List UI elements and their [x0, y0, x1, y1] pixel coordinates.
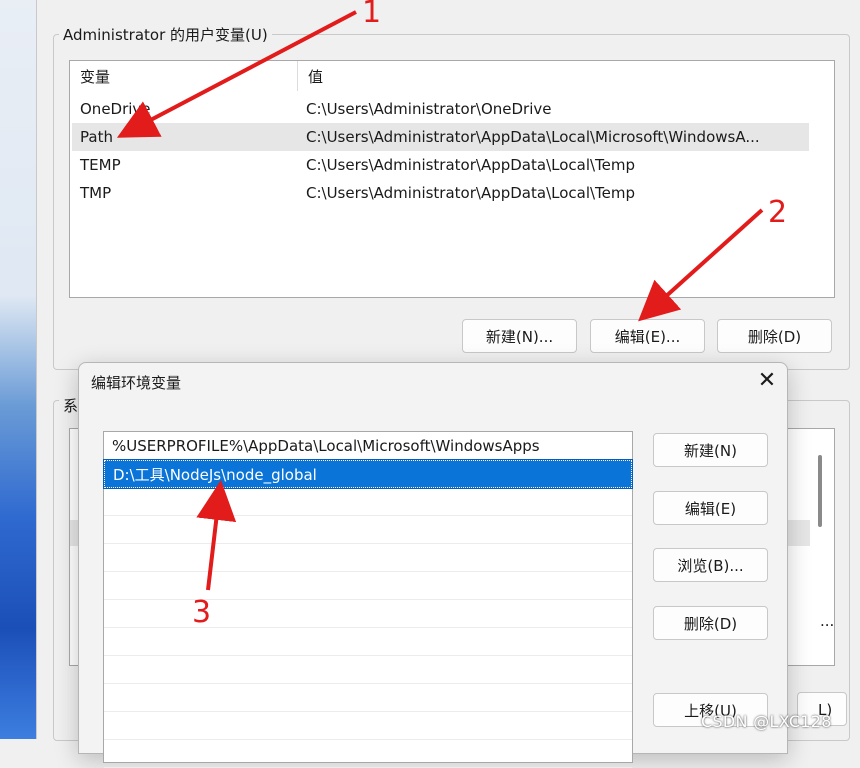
user-delete-button[interactable]: 删除(D) [717, 319, 832, 353]
path-entry-empty[interactable] [104, 516, 632, 544]
path-entry-windowsapps[interactable]: %USERPROFILE%\AppData\Local\Microsoft\Wi… [104, 432, 632, 460]
edit-environment-variable-dialog: 编辑环境变量 ✕ %USERPROFILE%\AppData\Local\Mic… [78, 362, 788, 768]
user-edit-button[interactable]: 编辑(E)... [590, 319, 705, 353]
user-var-value: C:\Users\Administrator\AppData\Local\Tem… [306, 156, 636, 174]
user-var-row-path[interactable]: Path C:\Users\Administrator\AppData\Loca… [72, 123, 809, 151]
desktop-wallpaper [0, 0, 36, 739]
entry-new-button[interactable]: 新建(N) [653, 433, 768, 467]
user-variables-list[interactable]: 变量 值 OneDrive C:\Users\Administrator\One… [69, 60, 835, 298]
user-variables-group-label: Administrator 的用户变量(U) [59, 24, 272, 45]
path-entry-node-global[interactable]: D:\工具\NodeJs\node_global [103, 459, 633, 489]
path-entries-list[interactable]: %USERPROFILE%\AppData\Local\Microsoft\Wi… [103, 431, 633, 768]
user-var-value: C:\Users\Administrator\OneDrive [306, 100, 552, 118]
system-var-value-ellipsis: ... [820, 612, 835, 630]
user-var-name: TMP [80, 184, 112, 202]
path-entry-empty[interactable] [104, 572, 632, 600]
entry-delete-button[interactable]: 删除(D) [653, 606, 768, 640]
csdn-watermark: CSDN @LXC128 [701, 712, 832, 731]
user-var-value: C:\Users\Administrator\AppData\Local\Tem… [306, 184, 636, 202]
user-var-row-tmp[interactable]: TMP C:\Users\Administrator\AppData\Local… [72, 179, 809, 207]
column-header-variable[interactable]: 变量 [70, 61, 298, 91]
user-var-value: C:\Users\Administrator\AppData\Local\Mic… [306, 128, 760, 146]
dialog-title: 编辑环境变量 [91, 374, 182, 392]
system-list-scrollbar[interactable] [818, 455, 822, 527]
user-var-row-onedrive[interactable]: OneDrive C:\Users\Administrator\OneDrive [72, 95, 809, 123]
path-entry-empty[interactable] [104, 656, 632, 684]
entry-browse-button[interactable]: 浏览(B)... [653, 548, 768, 582]
entry-edit-button[interactable]: 编辑(E) [653, 491, 768, 525]
path-entry-empty[interactable] [104, 628, 632, 656]
path-entry-empty[interactable] [104, 488, 632, 516]
user-var-name: Path [80, 128, 113, 146]
path-entry-empty[interactable] [104, 684, 632, 712]
close-icon[interactable]: ✕ [755, 369, 779, 393]
user-new-button[interactable]: 新建(N)... [462, 319, 577, 353]
user-var-name: TEMP [80, 156, 121, 174]
path-entry-empty[interactable] [104, 712, 632, 740]
user-var-name: OneDrive [80, 100, 151, 118]
path-entry-empty[interactable] [104, 544, 632, 572]
path-entry-empty[interactable] [104, 740, 632, 768]
column-header-value[interactable]: 值 [298, 61, 808, 91]
path-entry-empty[interactable] [104, 600, 632, 628]
user-var-row-temp[interactable]: TEMP C:\Users\Administrator\AppData\Loca… [72, 151, 809, 179]
